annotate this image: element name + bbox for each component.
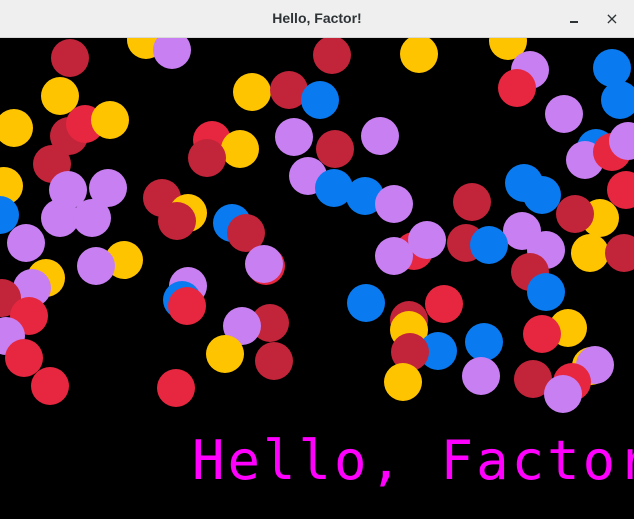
confetti-dot-crimson [556, 195, 594, 233]
confetti-dot-violet [7, 224, 45, 262]
confetti-dot-crimson [453, 183, 491, 221]
confetti-dot-crimson [605, 234, 634, 272]
minimize-icon-bar [570, 21, 578, 23]
confetti-dot-red [498, 69, 536, 107]
confetti-dot-blue [601, 81, 634, 119]
confetti-dot-violet [275, 118, 313, 156]
confetti-dot-blue [347, 284, 385, 322]
confetti-dot-violet [375, 185, 413, 223]
confetti-dot-red [31, 367, 69, 405]
confetti-dot-red [157, 369, 195, 407]
confetti-dot-violet [375, 237, 413, 275]
confetti-dot-red [5, 339, 43, 377]
confetti-dot-blue [470, 226, 508, 264]
confetti-dot-yellow [400, 38, 438, 73]
confetti-dot-yellow [0, 109, 33, 147]
confetti-dot-yellow [91, 101, 129, 139]
confetti-dot-red [168, 287, 206, 325]
confetti-dot-blue [301, 81, 339, 119]
confetti-dot-crimson [158, 202, 196, 240]
confetti-dot-blue [523, 176, 561, 214]
confetti-dot-crimson [51, 39, 89, 77]
window-title: Hello, Factor! [272, 10, 362, 26]
confetti-dot-crimson [313, 38, 351, 74]
confetti-dot-yellow [221, 130, 259, 168]
confetti-dot-violet [153, 38, 191, 69]
app-window: Hello, Factor! × Hello, Factor! [0, 0, 634, 519]
confetti-dot-violet [462, 357, 500, 395]
confetti-dot-blue [465, 323, 503, 361]
confetti-dot-violet [545, 95, 583, 133]
confetti-dot-crimson [188, 139, 226, 177]
drawing-canvas: Hello, Factor! [0, 38, 634, 519]
confetti-dot-red [523, 315, 561, 353]
confetti-dot-yellow [233, 73, 271, 111]
confetti-dot-violet [544, 375, 582, 413]
confetti-dot-blue [527, 273, 565, 311]
close-icon[interactable]: × [599, 6, 625, 32]
hello-message: Hello, Factor! [192, 429, 634, 492]
confetti-dot-blue [593, 49, 631, 87]
confetti-dot-violet [73, 199, 111, 237]
confetti-dot-violet [408, 221, 446, 259]
title-bar[interactable]: Hello, Factor! × [0, 0, 634, 38]
confetti-dot-violet [361, 117, 399, 155]
minimize-icon[interactable] [561, 6, 587, 32]
confetti-dot-crimson [255, 342, 293, 380]
confetti-dot-violet [77, 247, 115, 285]
confetti-dot-yellow [206, 335, 244, 373]
confetti-dot-yellow [384, 363, 422, 401]
confetti-dot-red [425, 285, 463, 323]
confetti-dot-yellow [571, 234, 609, 272]
confetti-dot-violet [245, 245, 283, 283]
confetti-dot-crimson [316, 130, 354, 168]
